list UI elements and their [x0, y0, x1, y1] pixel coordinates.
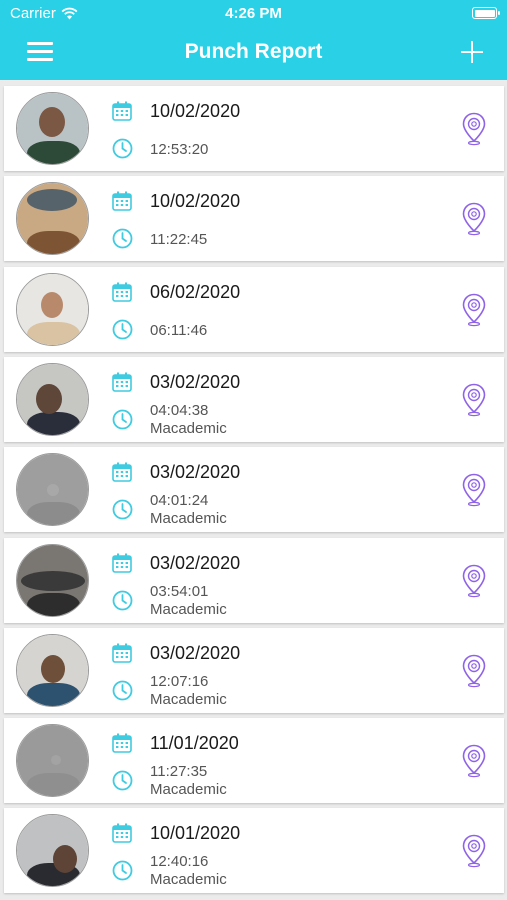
punch-date: 03/02/2020 — [150, 371, 241, 392]
punch-record[interactable]: 03/02/2020 12:07:16 Macademic — [4, 627, 504, 713]
punch-location: Macademic — [150, 690, 227, 708]
calendar-icon — [112, 823, 132, 844]
location-pin-icon[interactable] — [462, 654, 486, 688]
punch-photo — [16, 182, 89, 256]
clock-icon — [112, 319, 133, 339]
calendar-icon — [112, 462, 132, 482]
punch-record[interactable]: 11/01/2020 11:27:35 Macademic — [4, 718, 504, 804]
punch-date: 10/02/2020 — [150, 101, 241, 121]
location-pin-icon[interactable] — [462, 202, 486, 236]
location-pin-icon[interactable] — [462, 744, 486, 778]
calendar-icon — [112, 372, 132, 392]
clock-icon — [112, 590, 133, 610]
punch-photo — [16, 814, 89, 888]
punch-record[interactable]: 03/02/2020 04:01:24 Macademic — [4, 447, 504, 533]
punch-record[interactable]: 03/02/2020 04:04:38 Macademic — [4, 356, 504, 442]
calendar-icon — [112, 282, 132, 302]
punch-date: 03/02/2020 — [150, 462, 241, 483]
punch-record[interactable]: 10/01/2020 12:40:16 Macademic — [4, 808, 504, 894]
clock-icon — [112, 499, 133, 520]
punch-photo — [16, 543, 89, 617]
status-bar: Carrier 4:26 PM — [0, 0, 507, 28]
punch-time: 11:27:35 — [150, 763, 208, 781]
punch-time: 12:40:16 — [150, 853, 209, 871]
punch-date: 11/01/2020 — [150, 733, 239, 754]
punch-location: Macademic — [150, 419, 227, 437]
punch-time: 12:07:16 — [150, 672, 209, 690]
punch-time: 04:01:24 — [150, 492, 209, 510]
app-header: Carrier 4:26 PM Punch Report — [0, 0, 507, 80]
punch-photo — [16, 453, 89, 527]
clock-icon — [112, 770, 133, 791]
punch-photo — [16, 724, 89, 798]
location-pin-icon[interactable] — [462, 112, 486, 146]
punch-photo — [16, 272, 89, 346]
location-pin-icon[interactable] — [462, 383, 486, 417]
punch-time: 06:11:46 — [150, 321, 208, 339]
clock-icon — [112, 860, 133, 881]
punch-date: 06/02/2020 — [150, 281, 241, 302]
clock-icon — [112, 409, 133, 430]
punch-photo — [16, 362, 89, 436]
punch-location: Macademic — [150, 600, 227, 618]
punch-record[interactable]: 10/02/2020 11:22:45 — [4, 176, 504, 262]
calendar-icon — [112, 733, 132, 753]
punch-location: Macademic — [150, 510, 227, 528]
punch-time: 12:53:20 — [150, 141, 209, 158]
location-pin-icon[interactable] — [462, 564, 486, 598]
page-title: Punch Report — [184, 40, 323, 63]
punch-location: Macademic — [150, 871, 227, 889]
punch-photo — [16, 92, 89, 165]
punch-time: 04:04:38 — [150, 401, 209, 419]
calendar-icon — [112, 101, 132, 121]
punch-date: 10/01/2020 — [150, 823, 241, 844]
location-pin-icon[interactable] — [462, 293, 486, 327]
clock-icon — [112, 138, 133, 159]
punch-record[interactable]: 03/02/2020 03:54:01 Macademic — [4, 537, 504, 623]
calendar-icon — [112, 553, 132, 573]
clock-icon — [112, 680, 133, 701]
navigation-bar: Punch Report — [0, 28, 507, 80]
punch-record[interactable]: 10/02/2020 12:53:20 — [4, 86, 504, 171]
punch-record[interactable]: 06/02/2020 06:11:46 — [4, 266, 504, 352]
battery-icon — [472, 7, 500, 19]
status-time: 4:26 PM — [225, 5, 282, 22]
calendar-icon — [112, 191, 132, 212]
location-pin-icon[interactable] — [462, 473, 486, 507]
calendar-icon — [112, 643, 132, 663]
add-punch-button[interactable] — [461, 41, 483, 63]
punch-date: 03/02/2020 — [150, 552, 241, 573]
punch-date: 03/02/2020 — [150, 642, 241, 663]
punch-time: 03:54:01 — [150, 582, 209, 600]
punch-time: 11:22:45 — [150, 231, 208, 249]
clock-icon — [112, 228, 133, 249]
punch-photo — [16, 633, 89, 707]
punch-location: Macademic — [150, 781, 227, 799]
punch-date: 10/02/2020 — [150, 191, 241, 212]
location-pin-icon[interactable] — [462, 834, 486, 868]
